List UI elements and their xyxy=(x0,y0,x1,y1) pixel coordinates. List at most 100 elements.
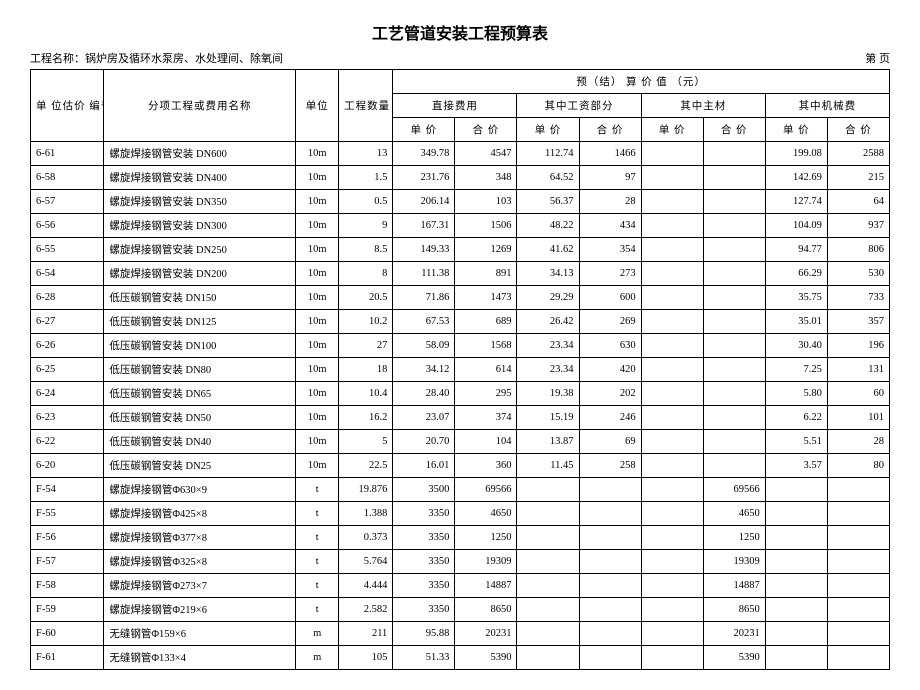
cell-machine-total: 215 xyxy=(827,166,889,190)
cell-material-total xyxy=(703,310,765,334)
cell-machine-unit: 104.09 xyxy=(765,214,827,238)
cell-unit: 10m xyxy=(296,262,339,286)
th-qty: 工程数量 xyxy=(339,70,393,142)
cell-qty: 18 xyxy=(339,358,393,382)
cell-name: 低压碳钢管安装 DN100 xyxy=(104,334,296,358)
table-row: 6-54螺旋焊接钢管安装 DN20010m8111.3889134.132736… xyxy=(31,262,890,286)
cell-code: 6-25 xyxy=(31,358,104,382)
cell-material-unit xyxy=(641,454,703,478)
cell-material-unit xyxy=(641,478,703,502)
cell-code: 6-27 xyxy=(31,310,104,334)
table-row: F-54螺旋焊接钢管Φ630×9t19.87635006956669566 xyxy=(31,478,890,502)
cell-machine-total xyxy=(827,478,889,502)
cell-direct-unit: 95.88 xyxy=(393,622,455,646)
cell-material-total: 14887 xyxy=(703,574,765,598)
cell-labor-unit xyxy=(517,574,579,598)
cell-material-total: 19309 xyxy=(703,550,765,574)
cell-code: F-57 xyxy=(31,550,104,574)
cell-labor-total xyxy=(579,550,641,574)
cell-name: 螺旋焊接钢管Φ377×8 xyxy=(104,526,296,550)
cell-direct-total: 5390 xyxy=(455,646,517,670)
cell-direct-total: 295 xyxy=(455,382,517,406)
cell-machine-total: 196 xyxy=(827,334,889,358)
cell-unit: 10m xyxy=(296,334,339,358)
cell-name: 螺旋焊接钢管安装 DN400 xyxy=(104,166,296,190)
cell-qty: 5.764 xyxy=(339,550,393,574)
cell-machine-unit: 199.08 xyxy=(765,142,827,166)
cell-direct-total: 4547 xyxy=(455,142,517,166)
cell-unit: 10m xyxy=(296,454,339,478)
table-row: F-55螺旋焊接钢管Φ425×8t1.388335046504650 xyxy=(31,502,890,526)
cell-material-total: 1250 xyxy=(703,526,765,550)
cell-name: 螺旋焊接钢管安装 DN200 xyxy=(104,262,296,286)
cell-material-unit xyxy=(641,286,703,310)
cell-material-total xyxy=(703,190,765,214)
table-row: 6-55螺旋焊接钢管安装 DN25010m8.5149.33126941.623… xyxy=(31,238,890,262)
cell-qty: 10.2 xyxy=(339,310,393,334)
th-labor: 其中工资部分 xyxy=(517,94,641,118)
cell-direct-unit: 149.33 xyxy=(393,238,455,262)
cell-labor-unit xyxy=(517,550,579,574)
cell-unit: t xyxy=(296,598,339,622)
table-row: 6-56螺旋焊接钢管安装 DN30010m9167.31150648.22434… xyxy=(31,214,890,238)
cell-machine-total xyxy=(827,598,889,622)
cell-labor-total: 258 xyxy=(579,454,641,478)
cell-unit: m xyxy=(296,622,339,646)
cell-qty: 16.2 xyxy=(339,406,393,430)
th-unit-price: 单 价 xyxy=(641,118,703,142)
cell-machine-total: 28 xyxy=(827,430,889,454)
th-unit-price: 单 价 xyxy=(765,118,827,142)
cell-machine-total: 2588 xyxy=(827,142,889,166)
cell-labor-unit: 13.87 xyxy=(517,430,579,454)
cell-machine-unit: 7.25 xyxy=(765,358,827,382)
cell-qty: 0.5 xyxy=(339,190,393,214)
cell-unit: m xyxy=(296,646,339,670)
cell-code: F-61 xyxy=(31,646,104,670)
th-unit: 单位 xyxy=(296,70,339,142)
cell-qty: 1.5 xyxy=(339,166,393,190)
cell-unit: 10m xyxy=(296,358,339,382)
cell-qty: 22.5 xyxy=(339,454,393,478)
cell-direct-total: 614 xyxy=(455,358,517,382)
cell-direct-unit: 3350 xyxy=(393,574,455,598)
cell-direct-unit: 231.76 xyxy=(393,166,455,190)
cell-material-unit xyxy=(641,214,703,238)
cell-machine-total: 80 xyxy=(827,454,889,478)
cell-code: 6-23 xyxy=(31,406,104,430)
cell-qty: 8.5 xyxy=(339,238,393,262)
cell-qty: 0.373 xyxy=(339,526,393,550)
cell-material-total xyxy=(703,142,765,166)
cell-direct-total: 20231 xyxy=(455,622,517,646)
cell-machine-unit xyxy=(765,598,827,622)
cell-material-unit xyxy=(641,238,703,262)
cell-material-total xyxy=(703,382,765,406)
cell-qty: 27 xyxy=(339,334,393,358)
cell-direct-unit: 58.09 xyxy=(393,334,455,358)
cell-name: 螺旋焊接钢管安装 DN350 xyxy=(104,190,296,214)
cell-labor-unit: 23.34 xyxy=(517,358,579,382)
cell-labor-unit: 56.37 xyxy=(517,190,579,214)
cell-code: 6-22 xyxy=(31,430,104,454)
cell-labor-unit xyxy=(517,526,579,550)
cell-direct-unit: 349.78 xyxy=(393,142,455,166)
cell-qty: 20.5 xyxy=(339,286,393,310)
cell-direct-total: 104 xyxy=(455,430,517,454)
cell-labor-total: 97 xyxy=(579,166,641,190)
cell-name: 低压碳钢管安装 DN25 xyxy=(104,454,296,478)
cell-material-unit xyxy=(641,622,703,646)
cell-machine-unit: 5.51 xyxy=(765,430,827,454)
th-total-price: 合 价 xyxy=(703,118,765,142)
cell-labor-total xyxy=(579,646,641,670)
th-total-price: 合 价 xyxy=(579,118,641,142)
cell-direct-total: 891 xyxy=(455,262,517,286)
cell-qty: 5 xyxy=(339,430,393,454)
cell-labor-unit xyxy=(517,478,579,502)
cell-labor-total: 434 xyxy=(579,214,641,238)
cell-material-unit xyxy=(641,262,703,286)
cell-qty: 105 xyxy=(339,646,393,670)
cell-labor-unit: 23.34 xyxy=(517,334,579,358)
cell-labor-unit: 26.42 xyxy=(517,310,579,334)
cell-code: F-59 xyxy=(31,598,104,622)
cell-direct-total: 69566 xyxy=(455,478,517,502)
cell-labor-unit: 29.29 xyxy=(517,286,579,310)
